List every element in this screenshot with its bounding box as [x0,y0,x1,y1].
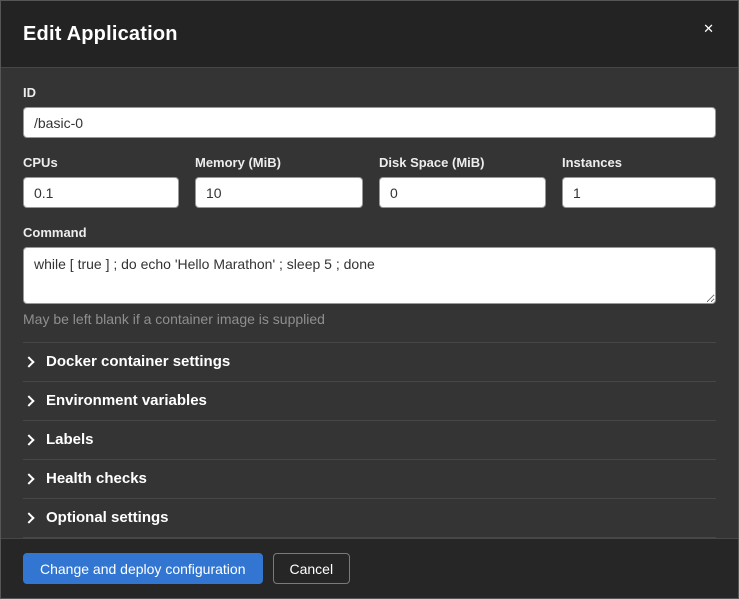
section-environment-variables[interactable]: Environment variables [23,382,716,421]
edit-application-modal: Edit Application ✕ ID CPUs Memory (MiB) … [0,0,739,599]
section-optional-settings[interactable]: Optional settings [23,499,716,538]
close-icon[interactable]: ✕ [699,18,718,39]
chevron-right-icon [23,473,34,484]
id-input[interactable] [23,107,716,138]
instances-input[interactable] [562,177,716,208]
command-label: Command [23,225,716,240]
id-label: ID [23,85,716,100]
modal-footer: Change and deploy configuration Cancel [1,538,738,598]
memory-field-group: Memory (MiB) [195,155,363,208]
disk-label: Disk Space (MiB) [379,155,546,170]
disk-input[interactable] [379,177,546,208]
modal-title: Edit Application [23,23,178,46]
section-labels[interactable]: Labels [23,421,716,460]
instances-label: Instances [562,155,716,170]
cpus-input[interactable] [23,177,179,208]
id-field-group: ID [23,85,716,138]
modal-body: ID CPUs Memory (MiB) Disk Space (MiB) In… [1,68,738,538]
section-docker-container-settings[interactable]: Docker container settings [23,343,716,382]
section-label: Optional settings [46,509,169,526]
chevron-right-icon [23,356,34,367]
chevron-right-icon [23,395,34,406]
instances-field-group: Instances [562,155,716,208]
command-field-group: Command while [ true ] ; do echo 'Hello … [23,225,716,327]
cancel-button[interactable]: Cancel [273,553,351,584]
memory-label: Memory (MiB) [195,155,363,170]
command-textarea[interactable]: while [ true ] ; do echo 'Hello Marathon… [23,247,716,304]
collapsible-sections: Docker container settings Environment va… [23,342,716,538]
resources-row: CPUs Memory (MiB) Disk Space (MiB) Insta… [23,155,716,208]
modal-header: Edit Application ✕ [1,1,738,68]
section-label: Environment variables [46,392,207,409]
disk-field-group: Disk Space (MiB) [379,155,546,208]
change-and-deploy-button[interactable]: Change and deploy configuration [23,553,263,584]
section-label: Health checks [46,470,147,487]
section-label: Labels [46,431,94,448]
memory-input[interactable] [195,177,363,208]
cpus-field-group: CPUs [23,155,179,208]
chevron-right-icon [23,512,34,523]
cpus-label: CPUs [23,155,179,170]
command-help-text: May be left blank if a container image i… [23,311,716,327]
section-health-checks[interactable]: Health checks [23,460,716,499]
chevron-right-icon [23,434,34,445]
section-label: Docker container settings [46,353,230,370]
